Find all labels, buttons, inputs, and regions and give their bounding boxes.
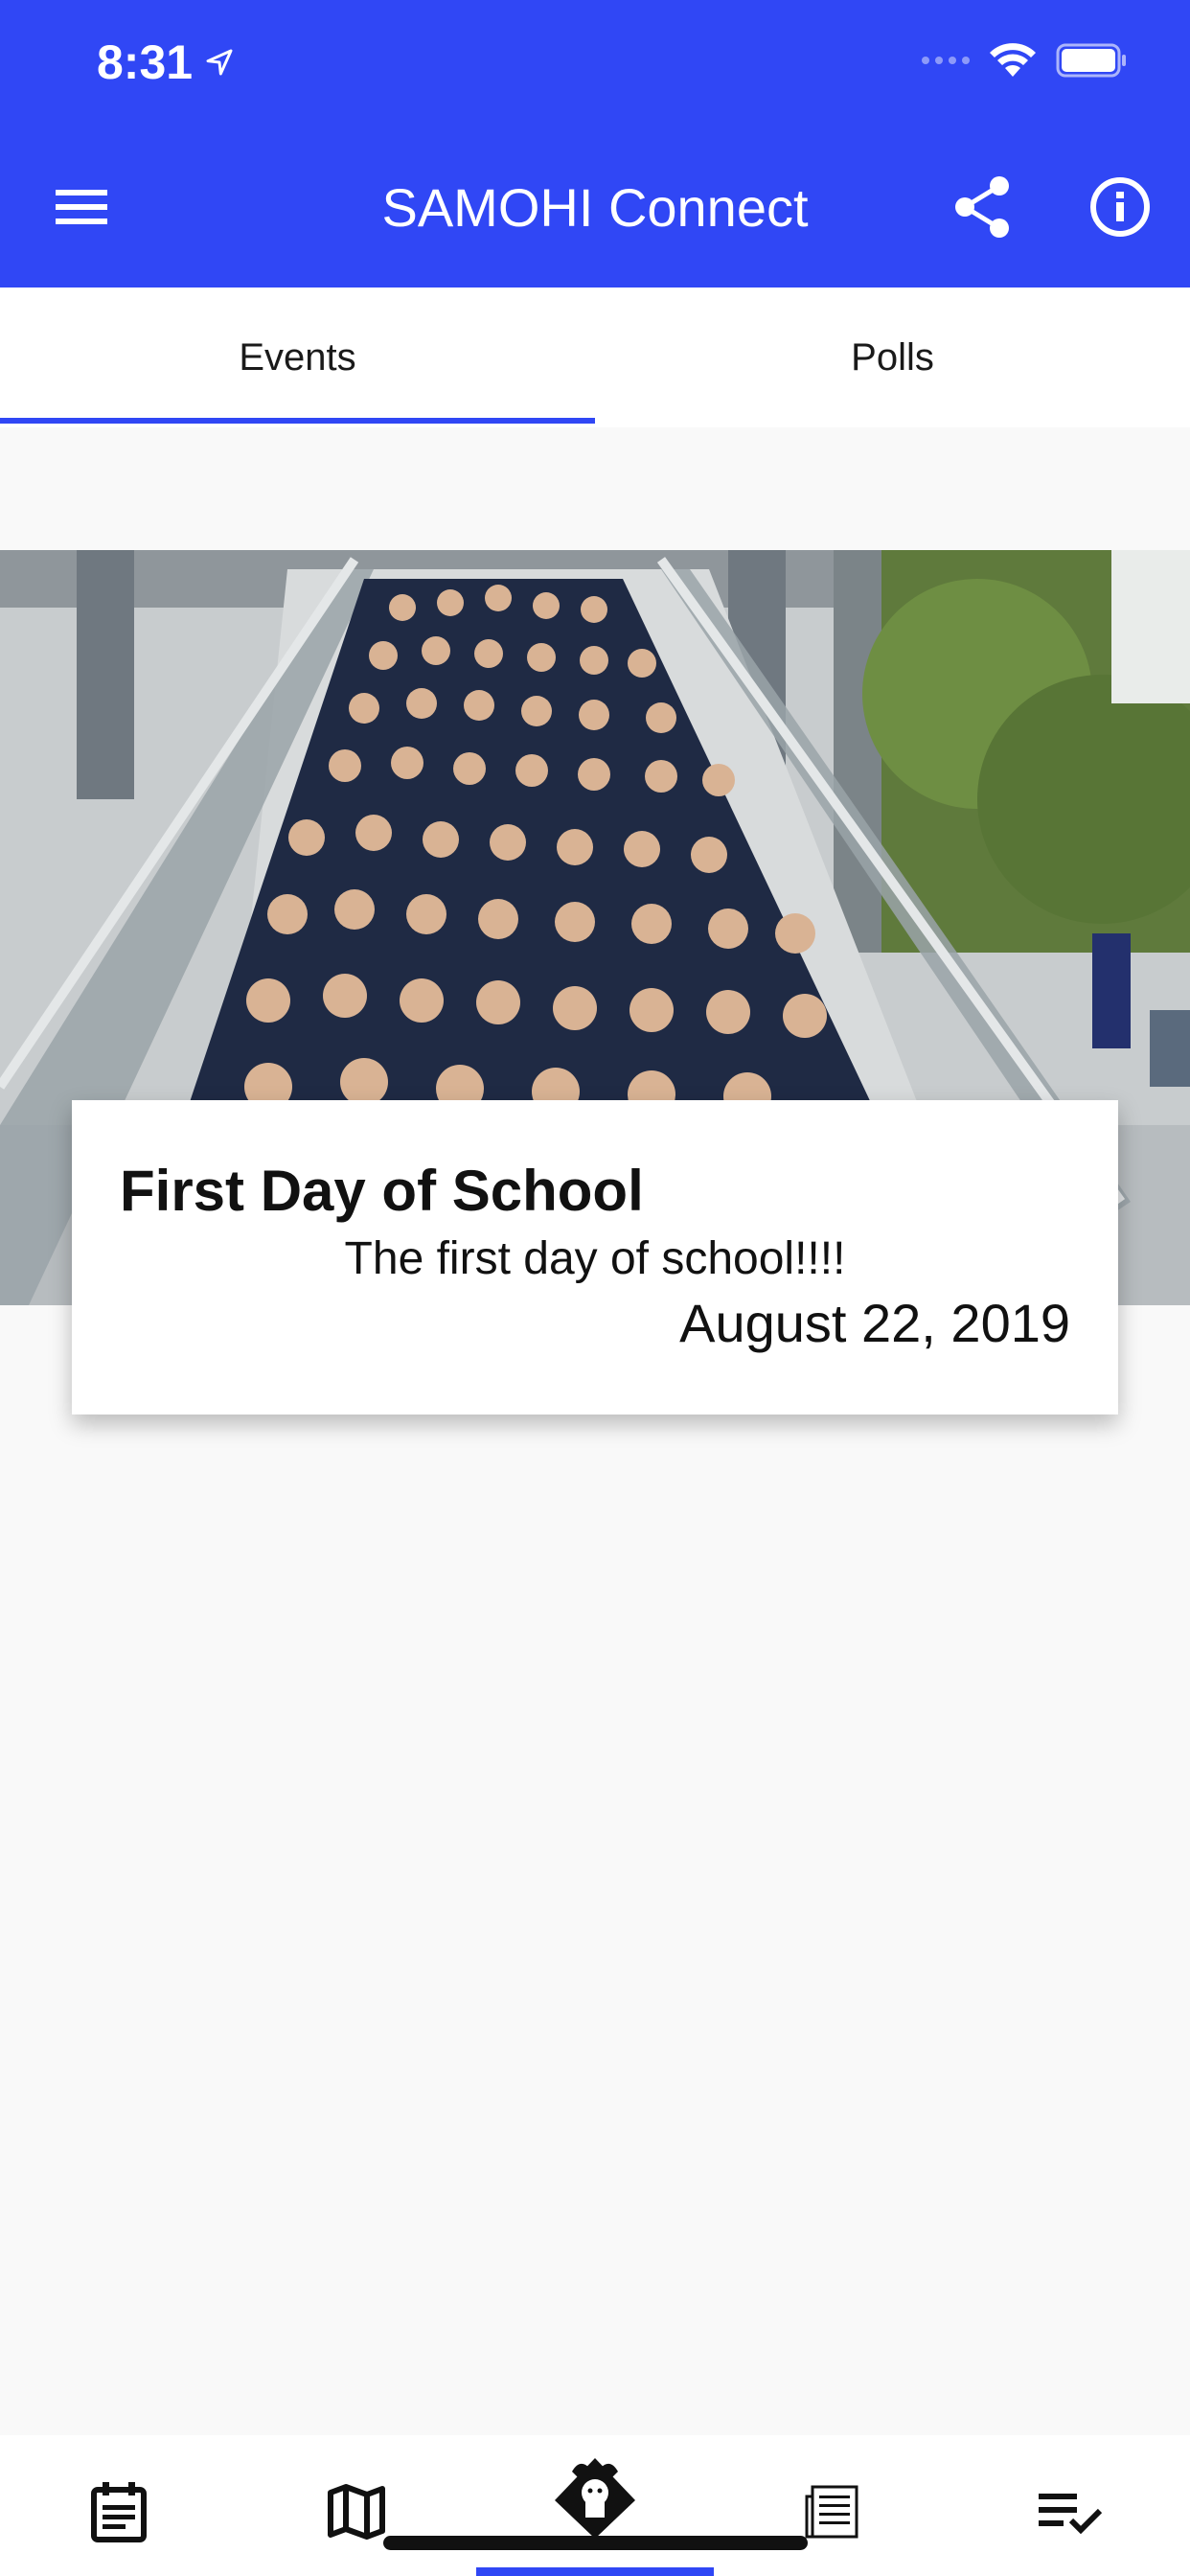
tab-bar: Events Polls xyxy=(0,288,1190,427)
tab-events-label: Events xyxy=(239,335,356,379)
home-indicator xyxy=(383,2536,808,2550)
location-arrow-icon xyxy=(206,49,233,76)
nav-events-button[interactable] xyxy=(80,2473,157,2550)
event-date: August 22, 2019 xyxy=(679,1293,1070,1353)
status-time-text: 8:31 xyxy=(97,35,194,89)
tab-polls[interactable]: Polls xyxy=(595,288,1190,427)
viking-mascot-icon xyxy=(555,2458,635,2539)
nav-tasks-button[interactable] xyxy=(1031,2473,1108,2550)
bottom-nav xyxy=(0,2435,1190,2576)
status-icons xyxy=(922,42,1129,79)
tab-selected-indicator xyxy=(0,418,595,424)
status-time: 8:31 xyxy=(97,34,235,90)
calendar-list-icon xyxy=(91,2482,147,2542)
event-card[interactable]: First Day of School The first day of sch… xyxy=(72,1100,1118,1414)
checklist-icon xyxy=(1039,2494,1102,2535)
newspaper-icon xyxy=(805,2485,858,2539)
nav-home-button[interactable] xyxy=(551,2452,639,2541)
info-icon[interactable] xyxy=(1087,172,1154,242)
toolbar: SAMOHI Connect xyxy=(0,144,1190,272)
tab-events[interactable]: Events xyxy=(0,288,595,427)
share-icon[interactable] xyxy=(949,172,1016,242)
event-title: First Day of School xyxy=(120,1159,644,1223)
tab-polls-label: Polls xyxy=(851,335,934,379)
signal-icon xyxy=(922,57,970,64)
app-bar: 8:31 SAMOHI Connect xyxy=(0,0,1190,288)
nav-active-indicator xyxy=(476,2567,714,2576)
map-icon xyxy=(328,2484,385,2540)
status-bar: 8:31 xyxy=(0,0,1190,128)
wifi-icon xyxy=(990,43,1036,77)
battery-icon xyxy=(1056,43,1126,78)
event-description: The first day of school!!!! xyxy=(344,1233,846,1284)
